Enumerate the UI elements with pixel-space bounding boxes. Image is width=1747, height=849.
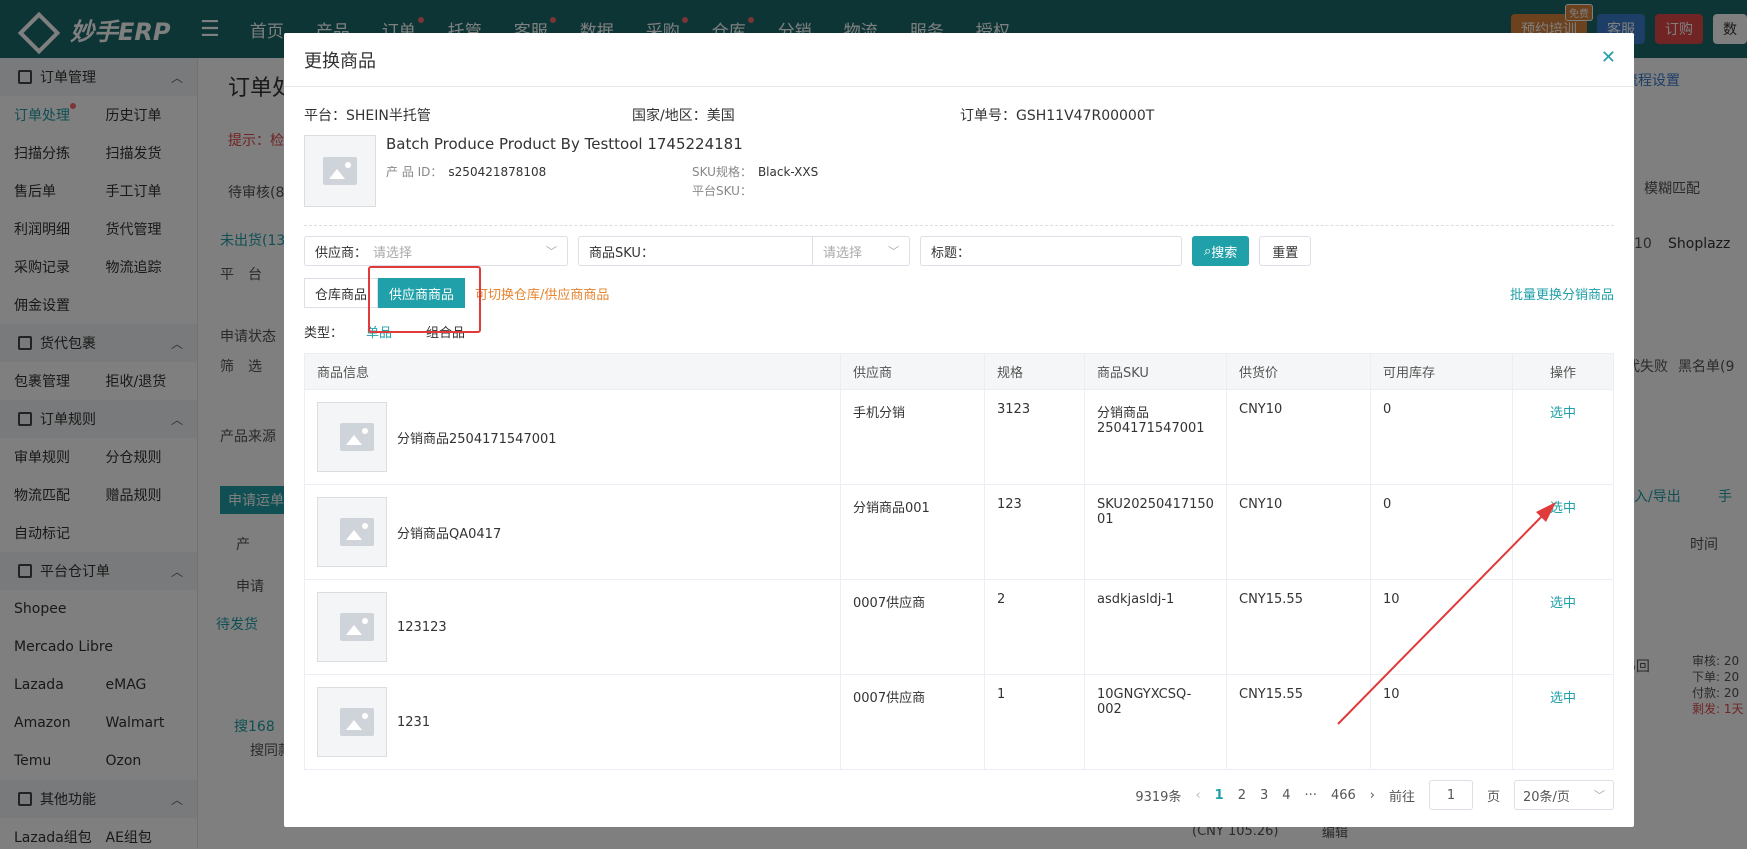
filter-bar: 供应商： 请选择 ﹀ 商品SKU： 请选择 ﹀ 标题： ⌕ 搜索 重置 — [304, 236, 1614, 266]
product-thumbnail — [304, 135, 376, 207]
column-header: 供应商 — [840, 353, 985, 390]
reset-button[interactable]: 重置 — [1259, 236, 1312, 266]
search-button[interactable]: ⌕ 搜索 — [1192, 236, 1250, 266]
table-row: 分销商品QA0417 分销商品001 123 SKU2025041715001 … — [304, 484, 1614, 580]
total-count: 9319条 — [1135, 789, 1182, 805]
image-placeholder-icon — [340, 613, 374, 641]
stock-cell: 10 — [1370, 674, 1513, 770]
supplier-cell: 0007供应商 — [840, 674, 985, 770]
title-input[interactable]: 标题： — [920, 236, 1182, 266]
country-value: 美国 — [706, 108, 735, 124]
product-thumbnail — [317, 687, 387, 757]
select-button[interactable]: 选中 — [1550, 691, 1576, 706]
spec-cell: 2 — [984, 579, 1085, 675]
product-table: 商品信息 供应商 规格 商品SKU 供货价 可用库存 操作 分销商品250417… — [304, 353, 1614, 770]
column-header: 操作 — [1512, 353, 1614, 390]
spec-cell: 1 — [984, 674, 1085, 770]
column-header: 供货价 — [1226, 353, 1371, 390]
chevron-down-icon: ﹀ — [888, 245, 899, 258]
column-header: 规格 — [984, 353, 1085, 390]
sku-cell: asdkjasldj-1 — [1084, 579, 1227, 675]
select-button[interactable]: 选中 — [1550, 406, 1576, 421]
sku-cell: 10GNGYXCSQ-002 — [1084, 674, 1227, 770]
platform-value: SHEIN半托管 — [346, 108, 431, 124]
product-name: 123123 — [397, 619, 447, 635]
table-row: 分销商品2504171547001 手机分销 3123 分销商品25041715… — [304, 389, 1614, 485]
more-pages-icon[interactable]: ··· — [1305, 788, 1317, 803]
page-number[interactable]: 466 — [1331, 788, 1356, 803]
page-unit: 页 — [1486, 789, 1500, 805]
platform-sku-label: 平台SKU： — [692, 184, 752, 198]
prev-page-icon[interactable]: ‹ — [1195, 788, 1200, 803]
page-number[interactable]: 4 — [1282, 788, 1290, 803]
select-button[interactable]: 选中 — [1550, 501, 1576, 516]
switch-hint: 可切换仓库/供应商商品 — [475, 287, 610, 303]
product-thumbnail — [317, 592, 387, 662]
pagination: 9319条 ‹ 1 2 3 4 ··· 466 › 前往 1 页 20条/页 ﹀ — [304, 780, 1614, 810]
batch-replace-link[interactable]: 批量更换分销商品 — [1510, 284, 1614, 303]
price-cell: CNY10 — [1226, 389, 1371, 485]
page-number[interactable]: 2 — [1238, 788, 1246, 803]
stock-cell: 0 — [1370, 484, 1513, 580]
supplier-cell: 手机分销 — [840, 389, 985, 485]
stock-cell: 10 — [1370, 579, 1513, 675]
column-header: 商品信息 — [304, 353, 841, 390]
image-placeholder-icon — [323, 157, 357, 185]
product-thumbnail — [317, 497, 387, 567]
select-button[interactable]: 选中 — [1550, 596, 1576, 611]
search-icon: ⌕ — [1204, 243, 1212, 259]
sku-cell: 分销商品2504171547001 — [1084, 389, 1227, 485]
replace-product-dialog: 更换商品 ✕ 平台：SHEIN半托管 国家/地区：美国 订单号：GSH11V47… — [284, 33, 1634, 827]
product-thumbnail — [317, 402, 387, 472]
column-header: 可用库存 — [1370, 353, 1513, 390]
product-name: Batch Produce Product By Testtool 174522… — [386, 135, 743, 153]
tab-warehouse-products[interactable]: 仓库商品 — [304, 278, 379, 308]
goto-label: 前往 — [1388, 789, 1415, 805]
supplier-cell: 0007供应商 — [840, 579, 985, 675]
type-filter: 类型： 单品 组合品 — [304, 322, 1614, 341]
product-id: s250421878108 — [448, 165, 547, 179]
chevron-down-icon: ﹀ — [546, 245, 557, 258]
table-row: 123123 0007供应商 2 asdkjasldj-1 CNY15.55 1… — [304, 579, 1614, 675]
sku-input[interactable]: 商品SKU： — [578, 236, 812, 266]
spec-cell: 123 — [984, 484, 1085, 580]
sku-cell: SKU2025041715001 — [1084, 484, 1227, 580]
page-number[interactable]: 3 — [1260, 788, 1268, 803]
spec-cell: 3123 — [984, 389, 1085, 485]
stock-cell: 0 — [1370, 389, 1513, 485]
supplier-select[interactable]: 供应商： 请选择 ﹀ — [304, 236, 568, 266]
product-source-switch: 仓库商品 供应商商品 可切换仓库/供应商商品 批量更换分销商品 — [304, 266, 1614, 333]
current-product: Batch Produce Product By Testtool 174522… — [304, 135, 1614, 207]
sku-mode-select[interactable]: 请选择 ﹀ — [812, 236, 910, 266]
image-placeholder-icon — [340, 708, 374, 736]
annotation-highlight-box — [368, 266, 481, 333]
dialog-title: 更换商品 — [304, 50, 376, 72]
image-placeholder-icon — [340, 518, 374, 546]
image-placeholder-icon — [340, 423, 374, 451]
product-name: 分销商品2504171547001 — [397, 431, 557, 447]
divider — [304, 225, 1614, 226]
column-header: 商品SKU — [1084, 353, 1227, 390]
order-info: 平台：SHEIN半托管 国家/地区：美国 订单号：GSH11V47R00000T — [304, 108, 1155, 124]
price-cell: CNY15.55 — [1226, 579, 1371, 675]
product-name: 1231 — [397, 714, 431, 730]
next-page-icon[interactable]: › — [1370, 788, 1375, 803]
page-number[interactable]: 1 — [1215, 788, 1224, 803]
price-cell: CNY15.55 — [1226, 674, 1371, 770]
page-jump-input[interactable]: 1 — [1428, 780, 1473, 810]
price-cell: CNY10 — [1226, 484, 1371, 580]
order-number: GSH11V47R00000T — [1016, 108, 1155, 124]
sku-spec: Black-XXS — [757, 165, 819, 179]
product-name: 分销商品QA0417 — [397, 526, 502, 542]
page-size-select[interactable]: 20条/页 ﹀ — [1514, 780, 1614, 810]
supplier-cell: 分销商品001 — [840, 484, 985, 580]
close-icon[interactable]: ✕ — [1601, 47, 1616, 68]
chevron-down-icon: ﹀ — [1594, 789, 1605, 802]
table-row: 1231 0007供应商 1 10GNGYXCSQ-002 CNY15.55 1… — [304, 674, 1614, 770]
